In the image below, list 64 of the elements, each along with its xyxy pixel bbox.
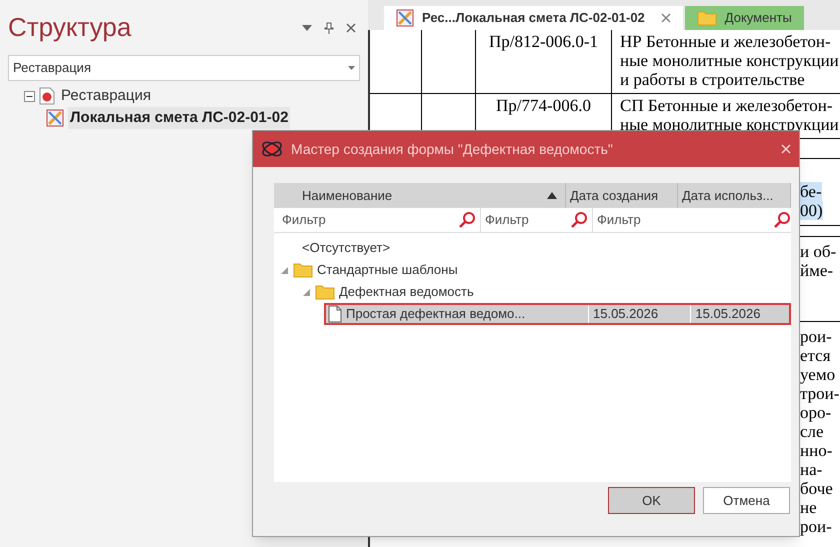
ruler-pencil-icon xyxy=(396,9,414,27)
text-fragment: бе- xyxy=(800,182,822,201)
table-cell: 15.05.2026 xyxy=(588,304,690,324)
text-fragment: рои- xyxy=(800,517,832,536)
description-line: СП Бетонные и железобетон- xyxy=(620,96,834,115)
tree-item[interactable]: <Отсутствует> xyxy=(302,238,390,258)
code-cell-text: Пр/774-006.0 xyxy=(496,96,591,117)
project-icon xyxy=(39,87,55,105)
document-icon xyxy=(328,305,342,323)
text-fragment: уемо xyxy=(800,365,836,384)
filter-field[interactable]: Фильтр xyxy=(597,210,773,230)
panel-title: Структура xyxy=(8,11,132,44)
ok-button[interactable]: OK xyxy=(608,487,695,514)
column-header[interactable]: Дата создания xyxy=(566,183,678,208)
description-line: НР Бетонные и железобетон- xyxy=(620,32,832,51)
document-tab[interactable]: Рес...Локальная смета ЛС-02-01-02 xyxy=(384,6,683,30)
project-select[interactable]: Реставрация xyxy=(8,55,360,81)
text-fragment: сле xyxy=(800,422,824,441)
description-line: ные монолитные конструкции xyxy=(620,115,840,134)
filter-field[interactable]: Фильтр xyxy=(485,210,570,230)
collapse-arrow-icon[interactable] xyxy=(302,288,311,296)
text-fragment: боче xyxy=(800,479,833,498)
tree-item[interactable]: Дефектная ведомость xyxy=(339,282,474,302)
text-fragment: ется xyxy=(800,346,831,365)
table-cell: 15.05.2026 xyxy=(690,304,791,324)
column-header[interactable]: Дата использ... xyxy=(678,183,791,208)
text-fragment: 00) xyxy=(800,201,823,220)
collapse-toggle-icon[interactable] xyxy=(24,90,35,102)
text-fragment: рои- xyxy=(800,327,832,346)
filter-field[interactable]: Фильтр xyxy=(282,210,458,230)
code-cell-text: Пр/812-006.0-1 xyxy=(488,32,598,53)
cancel-button[interactable]: Отмена xyxy=(703,487,790,514)
text-fragment: нно- xyxy=(800,441,832,460)
app-logo-icon xyxy=(261,139,283,159)
search-icon[interactable] xyxy=(570,211,588,229)
collapse-arrow-icon[interactable] xyxy=(280,266,289,274)
text-fragment: не xyxy=(800,498,817,517)
text-fragment: йме- xyxy=(800,261,834,280)
ruler-pencil-icon xyxy=(46,109,64,127)
sort-arrow-icon xyxy=(547,192,557,199)
dialog-title: Мастер создания формы "Дефектная ведомость" xyxy=(291,140,614,159)
tree-item[interactable]: Простая дефектная ведомо... xyxy=(346,304,526,324)
tree-item[interactable]: Стандартные шаблоны xyxy=(317,260,458,280)
column-header[interactable]: Наименование xyxy=(274,183,566,208)
folder-icon xyxy=(696,10,717,26)
selected-row[interactable]: Простая дефектная ведомо... 15.05.2026 15.05.2026 xyxy=(324,303,791,325)
tree-item[interactable]: Реставрация xyxy=(59,84,153,108)
search-icon[interactable] xyxy=(458,211,476,229)
text-fragment: на- xyxy=(800,460,822,479)
document-tab[interactable]: Документы xyxy=(684,6,804,30)
close-tab-icon[interactable] xyxy=(660,13,671,23)
description-line: ные монолитные конструкции xyxy=(620,51,840,70)
text-fragment: трои- xyxy=(800,384,840,403)
dropdown-arrow-icon xyxy=(348,66,355,70)
description-line: и работы в строительстве xyxy=(620,70,806,89)
pin-icon[interactable] xyxy=(324,22,334,34)
folder-icon xyxy=(293,262,313,278)
text-fragment: и об- xyxy=(800,242,836,261)
tree-item[interactable]: Локальная смета ЛС-02-01-02 xyxy=(68,106,290,130)
close-icon[interactable] xyxy=(346,22,356,32)
search-icon[interactable] xyxy=(773,211,791,229)
folder-icon xyxy=(315,284,335,300)
text-fragment: оро- xyxy=(800,403,832,422)
dropdown-arrow-icon[interactable] xyxy=(302,24,312,30)
